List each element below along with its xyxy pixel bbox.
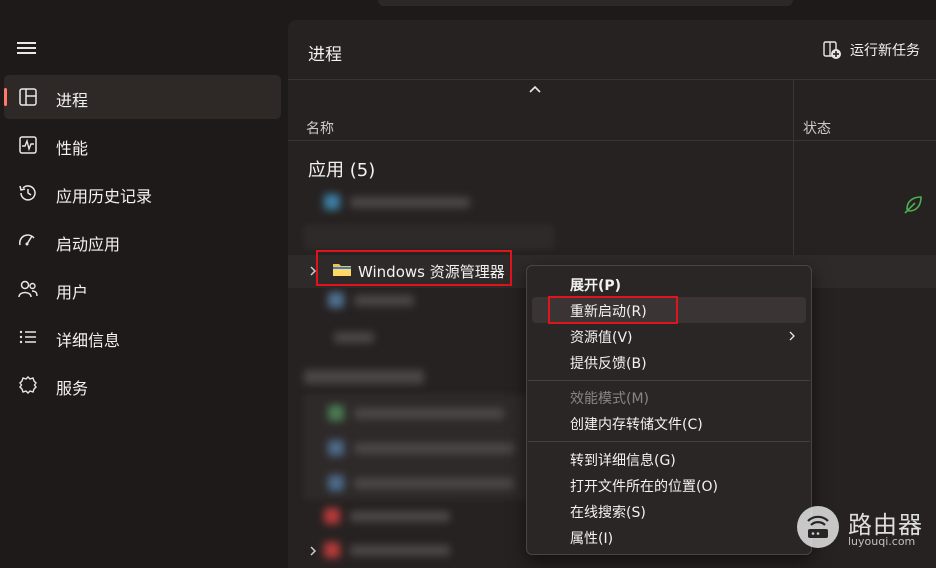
sidebar-item-users[interactable]: 用户 bbox=[4, 267, 281, 311]
menu-item-create-dump[interactable]: 创建内存转储文件(C) bbox=[532, 410, 806, 436]
sidebar: 进程 性能 应用历史记录 启动应用 用户 详细信息 服务 bbox=[0, 0, 288, 568]
group-header-apps: 应用 (5) bbox=[308, 160, 376, 181]
sidebar-item-label: 应用历史记录 bbox=[56, 187, 153, 206]
obscured-process-row bbox=[324, 542, 450, 558]
menu-item-label: 在线搜索(S) bbox=[570, 505, 646, 521]
menu-item-label: 效能模式(M) bbox=[570, 391, 650, 407]
watermark-url: luyouqi.com bbox=[848, 535, 916, 548]
hamburger-menu-icon[interactable] bbox=[17, 40, 37, 56]
process-name: Windows 资源管理器 bbox=[358, 263, 505, 281]
performance-icon bbox=[19, 136, 37, 154]
menu-item-feedback[interactable]: 提供反馈(B) bbox=[532, 349, 806, 375]
obscured-process-row bbox=[334, 332, 374, 343]
sidebar-item-performance[interactable]: 性能 bbox=[4, 123, 281, 167]
sidebar-item-label: 性能 bbox=[56, 139, 89, 158]
expand-chevron-icon[interactable] bbox=[308, 544, 318, 558]
obscured-process-row bbox=[328, 292, 414, 308]
obscured-group-header bbox=[304, 370, 424, 384]
menu-separator bbox=[528, 380, 810, 381]
menu-item-label: 展开(P) bbox=[570, 278, 622, 294]
obscured-process-row bbox=[324, 194, 470, 210]
sidebar-item-startup-apps[interactable]: 启动应用 bbox=[4, 219, 281, 263]
sidebar-item-label: 详细信息 bbox=[56, 331, 121, 350]
column-header-name[interactable]: 名称 bbox=[306, 118, 334, 138]
sidebar-item-app-history[interactable]: 应用历史记录 bbox=[4, 171, 281, 215]
obscured-process-row bbox=[324, 508, 450, 524]
sidebar-item-label: 启动应用 bbox=[56, 235, 121, 254]
history-icon bbox=[19, 185, 36, 201]
efficiency-mode-leaf-icon bbox=[904, 196, 922, 214]
obscured-process-row bbox=[328, 440, 514, 456]
sidebar-item-label: 用户 bbox=[56, 283, 89, 302]
menu-item-resource-values[interactable]: 资源值(V) bbox=[532, 323, 806, 349]
submenu-chevron-icon bbox=[789, 331, 795, 341]
context-menu: 展开(P) 重新启动(R) 资源值(V) 提供反馈(B) 效能模式(M) 创建内… bbox=[526, 265, 812, 555]
active-indicator bbox=[4, 88, 7, 106]
startup-icon bbox=[18, 234, 35, 246]
menu-item-label: 属性(I) bbox=[570, 531, 614, 547]
title-bar-search-area bbox=[378, 0, 793, 6]
sidebar-item-details[interactable]: 详细信息 bbox=[4, 315, 281, 359]
menu-item-label: 打开文件所在的位置(O) bbox=[570, 479, 718, 495]
sidebar-item-services[interactable]: 服务 bbox=[4, 363, 281, 407]
services-icon bbox=[19, 376, 37, 394]
router-logo-icon bbox=[797, 506, 839, 548]
processes-icon bbox=[19, 88, 37, 106]
page-title: 进程 bbox=[308, 45, 342, 65]
obscured-process-row bbox=[328, 405, 504, 421]
run-task-icon bbox=[823, 41, 841, 59]
header-divider bbox=[288, 79, 936, 80]
watermark: 路由器 luyouqi.com bbox=[796, 505, 936, 551]
menu-item-expand[interactable]: 展开(P) bbox=[532, 271, 806, 297]
obscured-process-row bbox=[328, 475, 514, 491]
menu-item-label: 重新启动(R) bbox=[570, 304, 647, 320]
menu-item-label: 提供反馈(B) bbox=[570, 356, 647, 372]
menu-item-search-online[interactable]: 在线搜索(S) bbox=[532, 498, 806, 524]
sidebar-item-processes[interactable]: 进程 bbox=[4, 75, 281, 119]
column-header-divider bbox=[288, 140, 936, 141]
obscured-process-row bbox=[304, 225, 554, 249]
menu-item-go-to-details[interactable]: 转到详细信息(G) bbox=[532, 446, 806, 472]
sidebar-item-label: 服务 bbox=[56, 379, 89, 398]
menu-item-label: 创建内存转储文件(C) bbox=[570, 417, 703, 433]
menu-item-label: 资源值(V) bbox=[570, 330, 633, 346]
menu-item-properties[interactable]: 属性(I) bbox=[532, 524, 806, 550]
menu-item-restart[interactable]: 重新启动(R) bbox=[532, 297, 806, 323]
run-new-task-label: 运行新任务 bbox=[850, 43, 920, 59]
column-header-status[interactable]: 状态 bbox=[803, 118, 831, 138]
menu-item-open-file-location[interactable]: 打开文件所在的位置(O) bbox=[532, 472, 806, 498]
sidebar-item-label: 进程 bbox=[56, 91, 89, 110]
menu-item-label: 转到详细信息(G) bbox=[570, 453, 676, 469]
menu-item-efficiency-mode: 效能模式(M) bbox=[532, 384, 806, 410]
sort-ascending-icon[interactable] bbox=[528, 84, 542, 94]
menu-separator bbox=[528, 441, 810, 442]
windows-explorer-row[interactable]: Windows 资源管理器 bbox=[316, 250, 512, 286]
folder-icon bbox=[333, 264, 351, 276]
run-new-task-button[interactable]: 运行新任务 bbox=[822, 38, 920, 62]
users-icon bbox=[18, 280, 38, 298]
details-icon bbox=[19, 330, 36, 344]
